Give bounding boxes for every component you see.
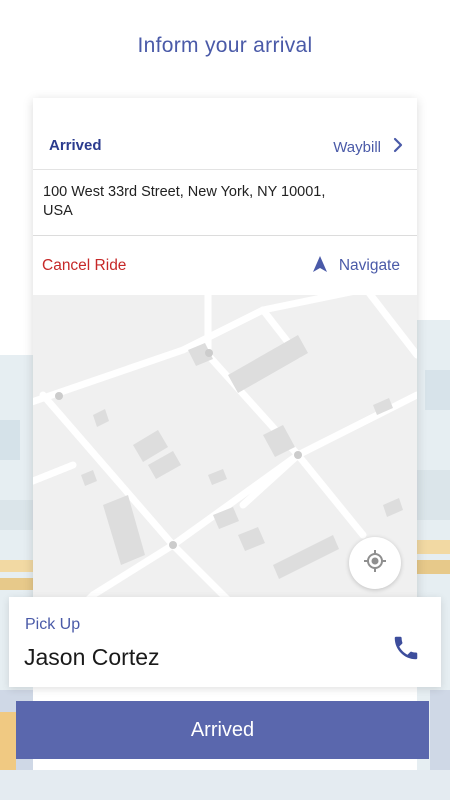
navigation-arrow-icon — [312, 255, 327, 277]
navigate-button[interactable]: Navigate — [312, 255, 400, 277]
locate-me-button[interactable] — [349, 537, 401, 589]
address-line-1: 100 West 33rd Street, New York, NY 10001… — [43, 184, 326, 200]
page-title: Inform your arrival — [137, 34, 313, 57]
cancel-ride-button[interactable]: Cancel Ride — [42, 257, 126, 275]
call-button[interactable] — [389, 633, 423, 667]
pickup-label: Pick Up — [25, 616, 81, 633]
trip-status: Arrived — [49, 137, 102, 154]
waybill-link[interactable]: Waybill — [333, 135, 403, 159]
trip-details: Arrived Waybill 100 West 33rd Street, Ne… — [33, 98, 417, 295]
status-row: Arrived Waybill — [33, 126, 417, 170]
pickup-address: 100 West 33rd Street, New York, NY 10001… — [43, 183, 403, 221]
navigate-label: Navigate — [338, 257, 400, 274]
chevron-right-icon — [393, 137, 403, 158]
phone-icon — [391, 633, 421, 668]
waybill-label: Waybill — [333, 138, 381, 156]
arrived-button[interactable]: Arrived — [16, 701, 429, 759]
trip-card: Arrived Waybill 100 West 33rd Street, Ne… — [33, 98, 417, 623]
divider — [33, 235, 417, 236]
my-location-icon — [363, 549, 387, 578]
address-line-2: USA — [43, 203, 73, 219]
pickup-card: Pick Up Jason Cortez — [9, 597, 441, 687]
rider-name: Jason Cortez — [24, 644, 160, 670]
